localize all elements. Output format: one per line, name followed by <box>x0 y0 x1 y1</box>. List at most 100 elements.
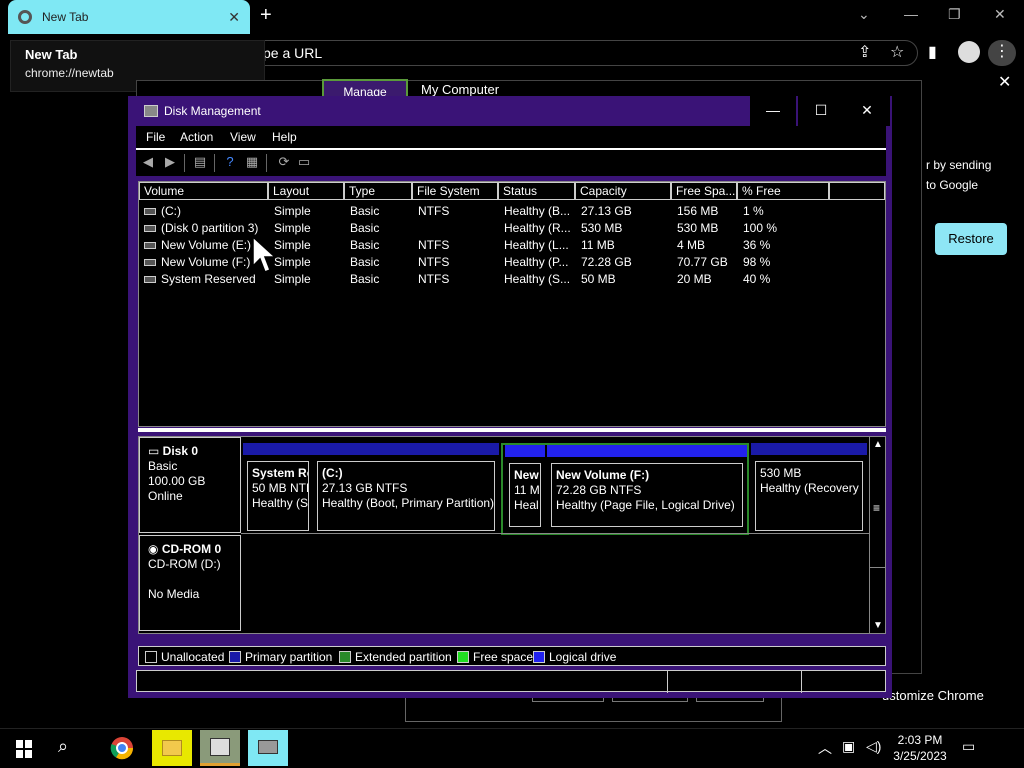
clock-time: 2:03 PM <box>897 733 943 747</box>
partition-recovery[interactable]: 530 MB Healthy (Recovery P <box>751 443 867 535</box>
chrome-menu-icon[interactable]: ⋮ <box>988 40 1016 66</box>
volume-cell: 36 % <box>743 238 771 252</box>
scroll-down-icon[interactable]: ▼ <box>873 620 883 631</box>
taskbar-computer-management[interactable] <box>200 730 240 766</box>
hover-card-title: New Tab <box>25 47 78 62</box>
partition-f[interactable]: New Volume (F:) 72.28 GB NTFS Healthy (P… <box>547 445 747 531</box>
partition-status: Healthy (Page File, Logical Drive) <box>556 498 735 512</box>
taskbar-clock[interactable]: 2:03 PM 3/25/2023 <box>892 732 948 764</box>
col-volume[interactable]: Volume <box>139 182 268 200</box>
customize-chrome-link[interactable]: ustomize Chrome <box>882 688 984 703</box>
show-hide-console-icon[interactable]: ▤ <box>192 155 208 169</box>
close-button[interactable]: ✕ <box>844 96 890 126</box>
disk-0-label[interactable]: ▭ Disk 0 Basic 100.00 GB Online <box>139 437 241 533</box>
cdrom-drive: CD-ROM (D:) <box>148 557 221 571</box>
volume-cell: Basic <box>350 272 380 286</box>
rescan-icon[interactable]: ⟳ <box>276 155 292 169</box>
scroll-thumb[interactable]: ≡ <box>873 501 880 515</box>
settings-icon[interactable]: ▭ <box>296 155 312 169</box>
menu-file[interactable]: File <box>146 130 165 144</box>
cd-drive-icon: ◉ <box>148 542 162 556</box>
omnibox[interactable]: pe a URL <box>250 40 918 66</box>
forward-arrow-icon[interactable]: ▶ <box>162 155 178 169</box>
pane-splitter[interactable] <box>138 428 886 432</box>
legend-swatch <box>229 651 241 663</box>
partition-e[interactable]: New 11 M Heal <box>505 445 545 531</box>
restore-window-icon[interactable]: ❐ <box>948 6 961 23</box>
volume-cell: NTFS <box>418 255 450 269</box>
volume-cell: Simple <box>274 272 311 286</box>
volume-cell: 20 MB <box>677 272 712 286</box>
partition-name: (C:) <box>322 466 343 480</box>
col-status[interactable]: Status <box>498 182 575 200</box>
col-capacity[interactable]: Capacity <box>575 182 671 200</box>
col-free-space[interactable]: Free Spa... <box>671 182 737 200</box>
volume-cell: Healthy (B... <box>504 204 571 218</box>
col-layout[interactable]: Layout <box>268 182 344 200</box>
menu-help[interactable]: Help <box>272 130 297 144</box>
volume-cell[interactable]: New Volume (F:) <box>161 255 250 269</box>
partition-color-bar <box>547 445 747 457</box>
help-icon[interactable]: ? <box>222 155 238 169</box>
partition-system-reserved[interactable]: System Re 50 MB NTF Healthy (S <box>243 443 313 535</box>
scroll-up-icon[interactable]: ▲ <box>873 439 883 450</box>
partition-size: 530 MB <box>760 466 802 480</box>
volume-cell[interactable]: New Volume (E:) <box>161 238 251 252</box>
back-arrow-icon[interactable]: ◀ <box>140 155 156 169</box>
network-icon[interactable]: ▣ <box>842 738 855 755</box>
partition-name: System Re <box>252 466 309 480</box>
legend: Unallocated Primary partition Extended p… <box>138 646 886 666</box>
menu-view[interactable]: View <box>230 130 256 144</box>
cdrom-0-label[interactable]: ◉ CD-ROM 0 CD-ROM (D:) No Media <box>139 535 241 631</box>
partition-color-bar <box>243 443 313 455</box>
graph-scrollbar[interactable]: ▲ ≡ ▼ <box>869 437 885 633</box>
volume-icon[interactable]: ◁) <box>866 738 881 755</box>
side-panel-close-icon[interactable]: ✕ <box>998 72 1011 92</box>
tab-close-icon[interactable]: ✕ <box>228 9 240 26</box>
volume-drive-icon <box>144 242 156 249</box>
col-type[interactable]: Type <box>344 182 412 200</box>
properties-icon[interactable]: ▦ <box>244 155 260 169</box>
cdrom-spacer <box>148 572 232 587</box>
notifications-icon[interactable]: ▭ <box>962 738 975 755</box>
legend-swatch <box>339 651 351 663</box>
taskbar-chrome[interactable] <box>102 730 142 766</box>
minimize-button[interactable]: — <box>750 96 796 126</box>
taskbar-file-explorer[interactable] <box>152 730 192 766</box>
side-panel-text: r by sending to Google <box>926 155 991 195</box>
hover-card-url: chrome://newtab <box>25 66 114 80</box>
tab-search-icon[interactable]: ⌄ <box>858 6 870 23</box>
share-icon[interactable]: ⇪ <box>858 42 871 62</box>
volume-cell[interactable]: (Disk 0 partition 3) <box>161 221 258 235</box>
new-tab-button[interactable]: + <box>260 4 272 27</box>
windows-start-icon[interactable] <box>8 738 40 760</box>
col-file-system[interactable]: File System <box>412 182 498 200</box>
disk-0-size: 100.00 GB <box>148 474 206 488</box>
volume-cell: Simple <box>274 255 311 269</box>
minimize-icon[interactable]: — <box>904 6 918 22</box>
volume-cell: 1 % <box>743 204 764 218</box>
taskbar-disk-management[interactable] <box>248 730 288 766</box>
computer-management-icon <box>210 738 230 756</box>
disk-management-title-bar[interactable]: Disk Management — ☐ ✕ <box>128 96 892 126</box>
col-percent-free[interactable]: % Free <box>737 182 829 200</box>
show-hidden-icons[interactable]: ︿ <box>818 738 832 758</box>
disk-0-name: ▭ Disk 0 <box>148 444 199 458</box>
close-window-icon[interactable]: ✕ <box>994 6 1006 23</box>
search-icon[interactable]: ⌕ <box>58 736 68 757</box>
volume-drive-icon <box>144 259 156 266</box>
legend-swatch <box>533 651 545 663</box>
partition-c[interactable]: (C:) 27.13 GB NTFS Healthy (Boot, Primar… <box>313 443 499 535</box>
volume-cell[interactable]: (C:) <box>161 204 181 218</box>
restore-button[interactable]: Restore <box>935 223 1007 255</box>
partition-color-bar <box>505 445 545 457</box>
profile-avatar[interactable] <box>958 41 980 63</box>
side-panel-icon[interactable]: ▮ <box>928 42 937 62</box>
volume-cell: Basic <box>350 238 380 252</box>
bookmark-star-icon[interactable]: ☆ <box>890 42 904 62</box>
chrome-tab-new-tab[interactable]: New Tab ✕ <box>8 0 250 34</box>
menu-action[interactable]: Action <box>180 130 213 144</box>
volume-cell[interactable]: System Reserved <box>161 272 256 286</box>
toolbar: ◀ ▶ ▤ ? ▦ ⟳ ▭ <box>136 148 886 176</box>
maximize-button[interactable]: ☐ <box>798 96 844 126</box>
